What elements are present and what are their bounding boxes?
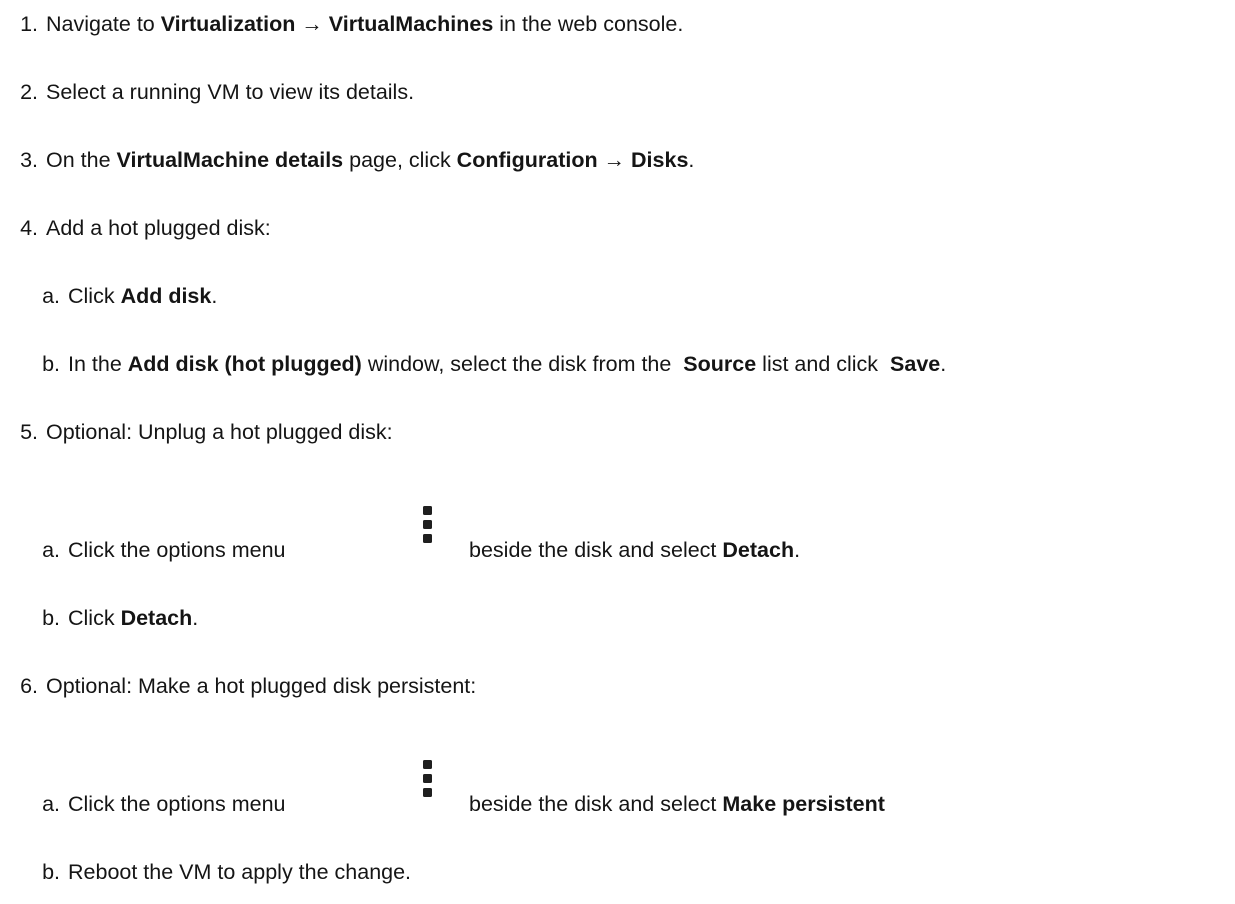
- step-6: 6. Optional: Make a hot plugged disk pers…: [0, 672, 476, 700]
- step-text: .: [688, 148, 695, 172]
- step-5: 5. Optional: Unplug a hot plugged disk:: [0, 418, 393, 446]
- step-5a: a. Click the options menu: [38, 536, 286, 564]
- button-name: Add disk: [120, 284, 212, 308]
- step-6b: b. Reboot the VM to apply the change.: [38, 858, 411, 886]
- step-number: 4.: [20, 216, 38, 240]
- button-name: Save: [890, 352, 941, 376]
- substep-letter: b.: [42, 352, 60, 376]
- step-5a-continuation: beside the disk and select Detach.: [469, 536, 800, 564]
- substep-letter: a.: [42, 792, 60, 816]
- step-number: 6.: [20, 674, 38, 698]
- step-4: 4. Add a hot plugged disk:: [0, 214, 271, 242]
- kebab-icon: [423, 506, 432, 544]
- substep-letter: a.: [42, 284, 60, 308]
- step-2: 2. Select a running VM to view its detail…: [0, 78, 414, 106]
- step-text: Select a running VM to view its details.: [46, 80, 415, 104]
- step-text: .: [940, 352, 947, 376]
- step-number: 2.: [20, 80, 38, 104]
- step-text: list and click: [756, 352, 891, 376]
- step-text: Click the options menu: [68, 792, 286, 816]
- menu-path: Virtualization → VirtualMachines: [160, 12, 494, 36]
- step-text: .: [211, 284, 218, 308]
- substep-letter: b.: [42, 606, 60, 630]
- step-text: window, select the disk from the: [361, 352, 684, 376]
- step-6a: a. Click the options menu: [38, 790, 286, 818]
- step-text: beside the disk and select: [469, 792, 723, 816]
- kebab-icon: [423, 760, 432, 798]
- step-text: .: [192, 606, 199, 630]
- procedure-document: 1. Navigate to Virtualization → VirtualMa…: [0, 0, 1235, 904]
- action-name: Detach: [722, 538, 795, 562]
- menu-path: Configuration → Disks: [456, 148, 689, 172]
- step-text: Optional: Unplug a hot plugged disk:: [46, 420, 393, 444]
- step-text: Optional: Make a hot plugged disk persis…: [46, 674, 477, 698]
- page-name: VirtualMachine details: [116, 148, 344, 172]
- step-number: 3.: [20, 148, 38, 172]
- step-text: in the web console.: [493, 12, 684, 36]
- step-text: Reboot the VM to apply the change.: [68, 860, 412, 884]
- step-3: 3. On the VirtualMachine details page, cl…: [0, 146, 694, 174]
- step-text: Click the options menu: [68, 538, 286, 562]
- step-5b: b. Click Detach.: [38, 604, 198, 632]
- substep-letter: a.: [42, 538, 60, 562]
- step-text: .: [794, 538, 801, 562]
- step-number: 5.: [20, 420, 38, 444]
- window-name: Add disk (hot plugged): [127, 352, 362, 376]
- step-text: page, click: [343, 148, 457, 172]
- step-text: Add a hot plugged disk:: [46, 216, 271, 240]
- step-text: Click: [68, 606, 121, 630]
- step-4a: a. Click Add disk.: [38, 282, 217, 310]
- step-text: beside the disk and select: [469, 538, 723, 562]
- step-text: Navigate to: [46, 12, 161, 36]
- action-name: Make persistent: [722, 792, 885, 816]
- substep-letter: b.: [42, 860, 60, 884]
- step-text: On the: [46, 148, 117, 172]
- step-text: In the: [68, 352, 128, 376]
- step-1: 1. Navigate to Virtualization → VirtualMa…: [0, 10, 683, 38]
- step-number: 1.: [20, 12, 38, 36]
- button-name: Detach: [120, 606, 193, 630]
- step-6a-continuation: beside the disk and select Make persiste…: [469, 790, 885, 818]
- step-4b: b. In the Add disk (hot plugged) window, …: [38, 350, 946, 378]
- step-text: Click: [68, 284, 121, 308]
- field-name: Source: [683, 352, 757, 376]
